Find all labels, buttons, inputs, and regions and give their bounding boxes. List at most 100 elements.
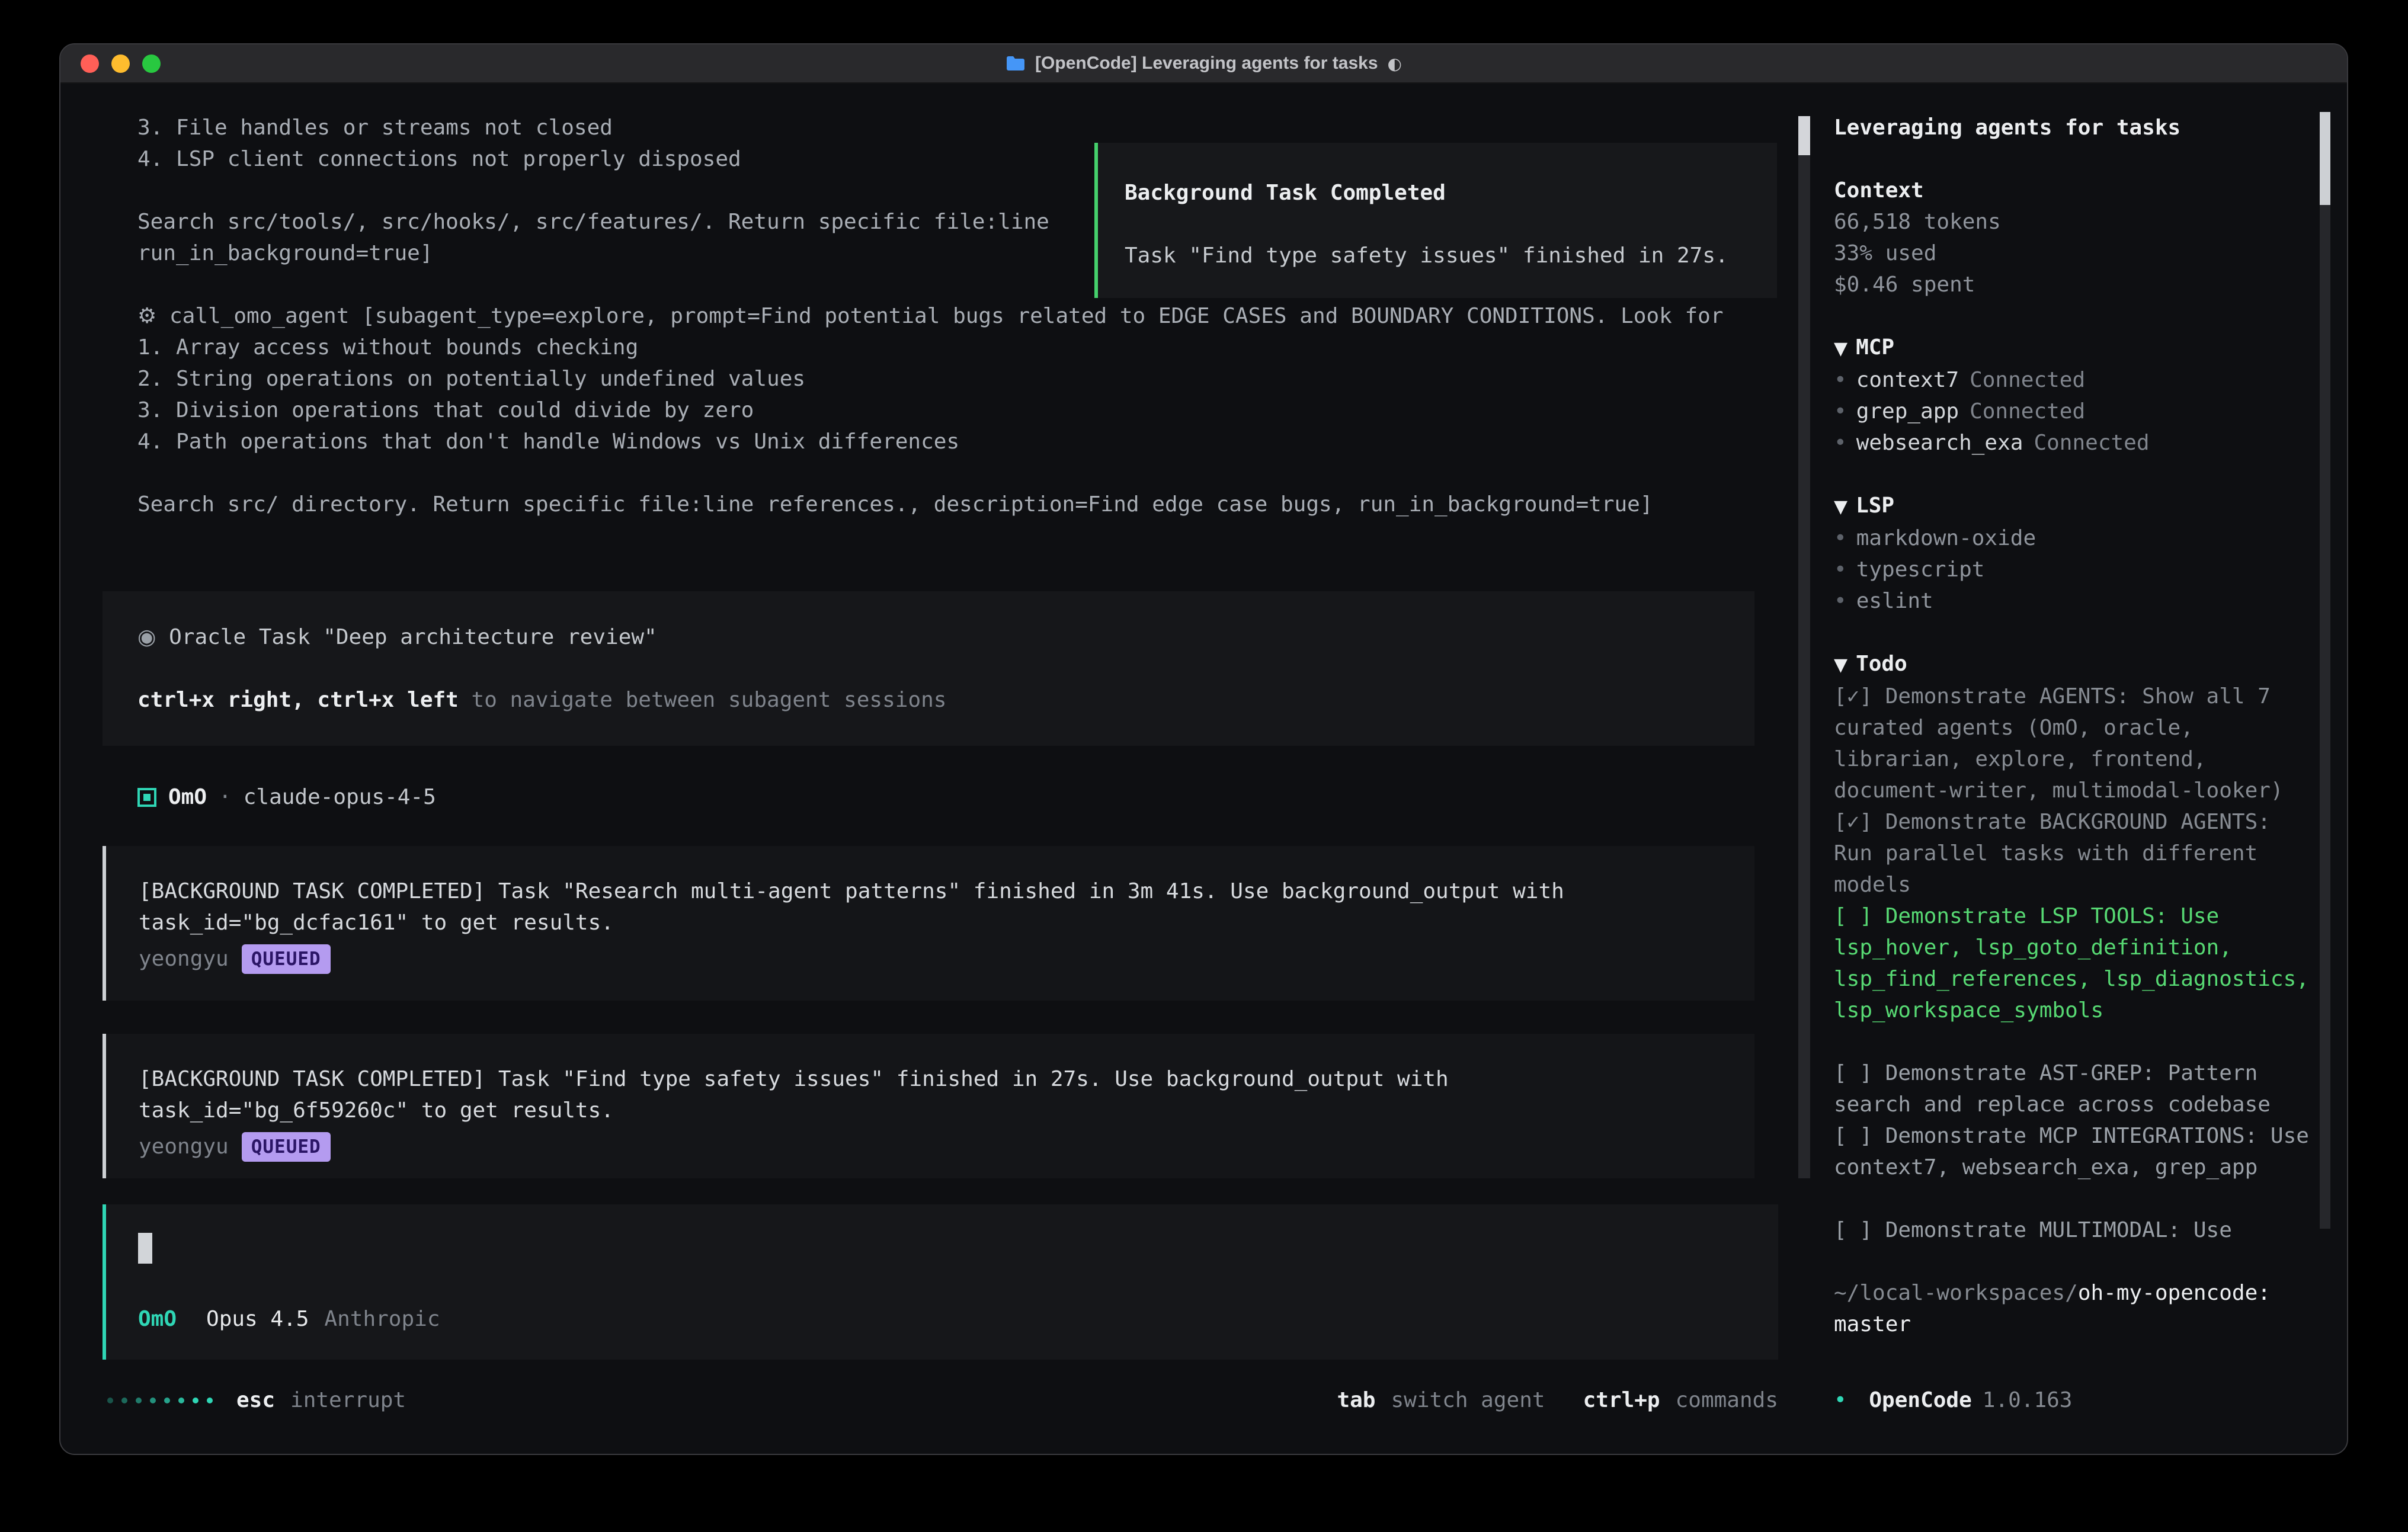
mcp-section-header[interactable]: ▼MCP [1834,332,2309,364]
app-window: [OpenCode] Leveraging agents for tasks ◐… [59,43,2348,1455]
terminal-line: 1. Array access without bounds checking [137,332,1810,363]
terminal-line: 4. Path operations that don't handle Win… [137,426,1810,457]
background-task-message: [BACKGROUND TASK COMPLETED] Task "Resear… [103,846,1754,1001]
todo-item: [✓] Demonstrate BACKGROUND AGENTS: Run p… [1834,806,2309,900]
input-model: Opus 4.5 [206,1303,309,1335]
ctrlp-key-label: commands [1676,1384,1778,1416]
workspace-path: ~/local-workspaces/oh-my-opencode: maste… [1834,1277,2309,1340]
oracle-session-card[interactable]: ◉ Oracle Task "Deep architecture review"… [103,591,1754,746]
app-name: OpenCode [1869,1388,1971,1412]
status-bar-right: tab switch agent ctrl+p commands [1337,1384,1778,1416]
tab-key-label: switch agent [1391,1384,1545,1416]
todo-item: [ ] Demonstrate LSP TOOLS: Use lsp_hover… [1834,900,2309,1026]
session-title: Leveraging agents for tasks [1834,112,2309,143]
text-cursor [138,1233,152,1264]
context-heading: Context [1834,175,2309,206]
status-bar: esc interrupt tab switch agent ctrl+p co… [107,1384,1778,1416]
collapse-arrow-icon: ▼ [1834,655,1847,675]
prompt-input[interactable]: OmO Opus 4.5 Anthropic [103,1204,1778,1360]
separator-dot: · [219,781,232,813]
mcp-item: websearch_exaConnected [1834,427,2309,459]
window-title: [OpenCode] Leveraging agents for tasks ◐ [1006,53,1402,73]
todo-item: [ ] Demonstrate MULTIMODAL: Use [1834,1214,2309,1246]
agent-header: OmO · claude-opus-4-5 [137,781,1810,813]
scrollbar-thumb[interactable] [2320,112,2330,205]
todo-item: [✓] Demonstrate AGENTS: Show all 7 curat… [1834,681,2309,806]
app-version-footer: OpenCode 1.0.163 [1834,1384,2309,1416]
gear-icon: ⚙ [137,304,156,328]
folder-icon [1006,55,1026,72]
queued-badge: QUEUED [242,944,331,974]
task-message-line: [BACKGROUND TASK COMPLETED] Task "Resear… [139,876,1728,907]
task-user: yeongyu [139,943,229,975]
hint-text: to navigate between subagent sessions [459,688,947,712]
workspace-path-line: ~/local-workspaces/oh-my-opencode: [1834,1277,2309,1309]
scrollbar-thumb[interactable] [1798,116,1810,155]
toast-body: Task "Find type safety issues" finished … [1125,240,1750,271]
todo-item: [ ] Demonstrate AST-GREP: Pattern search… [1834,1057,2309,1120]
task-user: yeongyu [139,1131,229,1162]
task-meta: yeongyu QUEUED [139,1131,1728,1162]
context-tokens: 66,518 tokens [1834,206,2309,238]
record-circle-icon: ◉ [137,625,156,649]
task-message-line: [BACKGROUND TASK COMPLETED] Task "Find t… [139,1063,1728,1095]
half-moon-icon: ◐ [1388,54,1402,73]
todo-item: [ ] Demonstrate MCP INTEGRATIONS: Use co… [1834,1120,2309,1183]
input-provider: Anthropic [324,1303,440,1335]
zoom-button[interactable] [142,55,161,73]
lsp-item: typescript [1834,554,2309,585]
terminal-line: 2. String operations on potentially unde… [137,363,1810,395]
omo-agent-icon [137,788,156,807]
task-meta: yeongyu QUEUED [139,943,1728,975]
background-task-message: [BACKGROUND TASK COMPLETED] Task "Find t… [103,1034,1754,1178]
input-agent: OmO [138,1303,177,1335]
ctrlp-key-hint: ctrl+p [1583,1384,1660,1416]
esc-key-label: interrupt [290,1384,406,1416]
window-content: 3. File handles or streams not closed 4.… [60,84,2347,1454]
navigation-hint: ctrl+x right, ctrl+x left to navigate be… [137,684,1731,716]
window-title-text: [OpenCode] Leveraging agents for tasks [1035,53,1378,73]
sidebar-scrollbar[interactable] [2320,112,2330,1229]
oracle-task-title: Oracle Task "Deep architecture review" [169,625,657,649]
traffic-lights [81,44,161,82]
hint-shortcut: ctrl+x right, ctrl+x left [137,688,459,712]
transcript[interactable]: 3. File handles or streams not closed 4.… [60,84,1810,1178]
task-completed-toast[interactable]: Background Task Completed Task "Find typ… [1094,143,1777,298]
task-message-line: task_id="bg_6f59260c" to get results. [139,1095,1728,1126]
tab-key-hint: tab [1337,1384,1375,1416]
lsp-section-header[interactable]: ▼LSP [1834,490,2309,523]
tool-name: call_omo_agent [169,304,349,328]
tool-call-line: ⚙ call_omo_agent [subagent_type=explore,… [137,300,1810,332]
mcp-item: context7Connected [1834,364,2309,396]
workspace-branch: master [1834,1309,2309,1340]
oracle-title-line: ◉ Oracle Task "Deep architecture review" [137,621,1731,653]
input-meta: OmO Opus 4.5 Anthropic [138,1303,1754,1335]
sidebar: Leveraging agents for tasks Context 66,5… [1810,84,2347,1454]
lsp-item: markdown-oxide [1834,523,2309,554]
titlebar[interactable]: [OpenCode] Leveraging agents for tasks ◐ [60,44,2347,84]
transcript-scrollbar[interactable] [1798,116,1810,1178]
lsp-item: eslint [1834,585,2309,617]
agent-model: claude-opus-4-5 [244,781,436,813]
minimize-button[interactable] [111,55,130,73]
terminal-line: 3. File handles or streams not closed [137,112,1810,143]
todo-section-header[interactable]: ▼Todo [1834,648,2309,681]
desktop: [OpenCode] Leveraging agents for tasks ◐… [0,0,2408,1532]
esc-key-hint: esc [236,1384,275,1416]
tool-args: [subagent_type=explore, prompt=Find pote… [349,304,1723,328]
mcp-item: grep_appConnected [1834,396,2309,427]
context-spent: $0.46 spent [1834,269,2309,300]
toast-title: Background Task Completed [1125,177,1750,209]
context-used: 33% used [1834,238,2309,269]
task-message-line: task_id="bg_dcfac161" to get results. [139,907,1728,938]
collapse-arrow-icon: ▼ [1834,496,1847,517]
terminal-main: 3. File handles or streams not closed 4.… [60,84,1810,1454]
agent-name: OmO [168,781,207,813]
collapse-arrow-icon: ▼ [1834,338,1847,359]
app-version: 1.0.163 [1983,1388,2073,1412]
spinner-dots [107,1398,213,1403]
terminal-line: 3. Division operations that could divide… [137,395,1810,426]
queued-badge: QUEUED [242,1132,331,1162]
close-button[interactable] [81,55,99,73]
terminal-line: Search src/ directory. Return specific f… [137,489,1810,520]
